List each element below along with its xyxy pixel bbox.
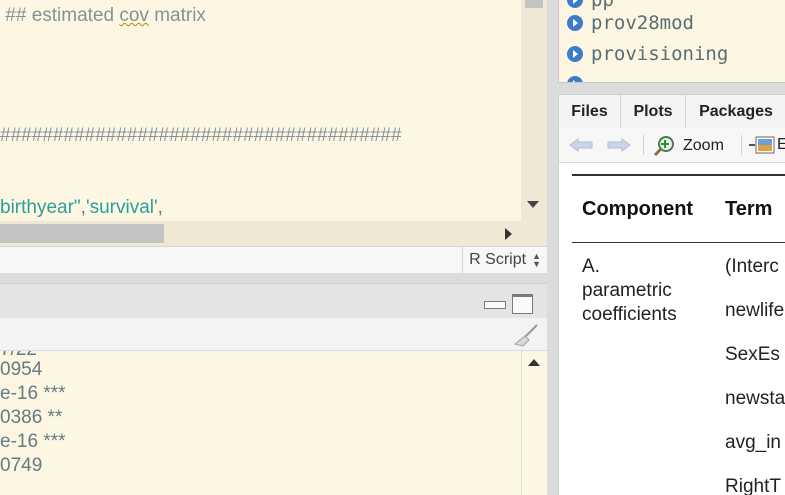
- console-line: 0954: [0, 359, 43, 380]
- scroll-right-arrow-icon[interactable]: [505, 228, 512, 240]
- viewer-content: Component Term A. parametric coefficient…: [558, 163, 785, 495]
- scroll-up-arrow-icon[interactable]: [528, 359, 540, 366]
- console-line: 0749: [0, 455, 43, 476]
- term-cell: SexEs: [725, 344, 780, 365]
- term-cell: RightT: [725, 476, 781, 495]
- console-line: e-16 ***: [0, 383, 66, 404]
- pane-splitter[interactable]: [547, 0, 558, 495]
- environment-pane: pp prov28mod provisioning: [558, 0, 785, 83]
- play-circle-icon[interactable]: [567, 0, 583, 8]
- table-header-rule: [572, 242, 785, 243]
- zoom-magnifier-icon: [653, 136, 674, 157]
- export-image-icon: [749, 136, 775, 154]
- console-header: [0, 283, 547, 319]
- maximize-pane-button[interactable]: [512, 294, 533, 314]
- console-line: 0386 **: [0, 407, 63, 428]
- scrollbar-corner: [521, 221, 547, 246]
- tab-files[interactable]: Files: [559, 95, 621, 128]
- term-cell: avg_in: [725, 432, 781, 453]
- source-editor[interactable]: ## estimated cov matrix ################…: [0, 0, 521, 221]
- table-header-term: Term: [725, 198, 773, 220]
- component-cell: coefficients: [582, 304, 677, 325]
- editor-status-bar: R Script ▲ ▼: [0, 246, 547, 274]
- term-cell: newlife: [725, 300, 785, 321]
- play-circle-icon[interactable]: [567, 46, 583, 62]
- export-label: E: [777, 136, 785, 153]
- editor-vertical-scrollbar[interactable]: [521, 0, 547, 221]
- editor-vscroll-thumb[interactable]: [525, 0, 543, 8]
- console-vertical-scrollbar[interactable]: [521, 351, 548, 495]
- clear-console-broom-icon[interactable]: [510, 323, 540, 347]
- scroll-down-arrow-icon[interactable]: [527, 201, 539, 208]
- code-line-vector: birthyear",'survival',: [0, 197, 163, 218]
- editor-hscroll-thumb[interactable]: [0, 224, 164, 243]
- play-circle-icon[interactable]: [567, 76, 583, 82]
- console-toolbar: [0, 318, 547, 351]
- zoom-label: Zoom: [683, 137, 724, 154]
- language-label: R Script: [469, 251, 527, 268]
- code-line-hashes: ######################################: [0, 125, 402, 146]
- env-item[interactable]: prov28mod: [567, 11, 694, 35]
- updown-icon: ▲ ▼: [532, 251, 541, 269]
- files-pane-tabs: Files Plots Packages: [558, 94, 785, 129]
- toolbar-separator: [741, 135, 742, 155]
- tab-plots[interactable]: Plots: [621, 95, 686, 128]
- component-cell: parametric: [582, 280, 672, 301]
- console-output[interactable]: 7/22 0954 e-16 *** 0386 ** e-16 *** 0749: [0, 351, 521, 495]
- play-circle-icon[interactable]: [567, 15, 583, 31]
- viewer-toolbar: Zoom E: [558, 128, 785, 163]
- export-button[interactable]: E: [749, 135, 785, 155]
- env-item[interactable]: provisioning: [567, 42, 728, 66]
- minimize-pane-button[interactable]: [484, 301, 506, 309]
- tab-packages[interactable]: Packages: [686, 95, 785, 128]
- back-arrow-icon[interactable]: [569, 138, 593, 152]
- editor-horizontal-scrollbar[interactable]: [0, 221, 521, 246]
- toolbar-separator: [643, 135, 644, 155]
- table-header-component: Component: [582, 198, 694, 220]
- zoom-button[interactable]: Zoom: [653, 134, 724, 158]
- term-cell: (Interc: [725, 256, 779, 277]
- language-selector[interactable]: R Script ▲ ▼: [462, 247, 547, 273]
- forward-arrow-icon[interactable]: [607, 138, 631, 152]
- component-cell: A.: [582, 256, 600, 277]
- console-line: e-16 ***: [0, 431, 66, 452]
- term-cell: newsta: [725, 388, 785, 409]
- table-top-rule: [572, 174, 785, 176]
- pane-gap: [0, 273, 547, 283]
- code-line-comment: ## estimated cov matrix: [0, 5, 206, 26]
- env-item[interactable]: [567, 72, 591, 82]
